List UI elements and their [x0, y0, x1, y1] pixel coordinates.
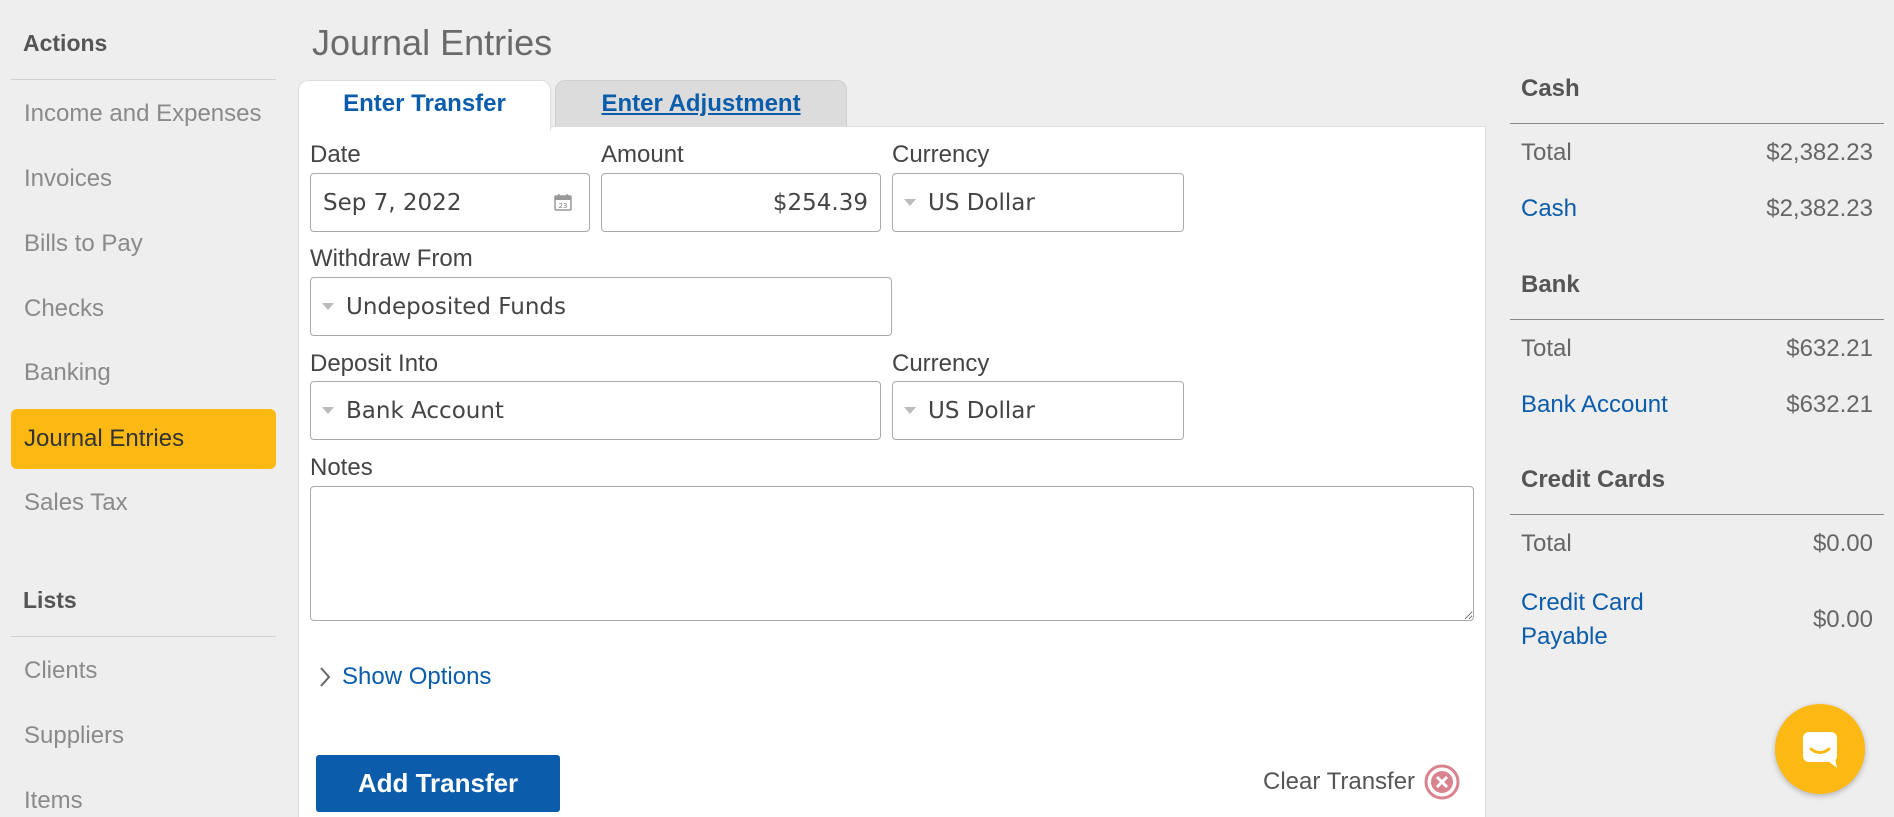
- calendar-icon[interactable]: 23: [553, 192, 573, 212]
- bank-account-value: $632.21: [1786, 391, 1873, 418]
- divider: [1510, 514, 1884, 515]
- sidebar-item-journal-entries[interactable]: Journal Entries: [11, 409, 276, 469]
- credit-card-payable-line2: Payable: [1521, 623, 1608, 650]
- sidebar-item-bills-to-pay[interactable]: Bills to Pay: [11, 214, 276, 274]
- add-transfer-button[interactable]: Add Transfer: [316, 755, 560, 812]
- bank-account-link[interactable]: Bank Account: [1521, 391, 1668, 419]
- withdraw-from-value: Undeposited Funds: [346, 293, 566, 320]
- divider: [1510, 123, 1884, 124]
- chat-button[interactable]: [1775, 704, 1865, 794]
- credit-cards-total-value: $0.00: [1812, 530, 1873, 557]
- notes-textarea[interactable]: [310, 486, 1474, 621]
- cash-account-link[interactable]: Cash: [1521, 195, 1577, 223]
- currency-select[interactable]: US Dollar: [892, 173, 1184, 232]
- deposit-currency-select[interactable]: US Dollar: [892, 381, 1184, 440]
- cash-total-row: Total $2,382.23: [1521, 139, 1873, 167]
- credit-card-payable-line1: Credit Card: [1521, 589, 1644, 616]
- sidebar-item-items[interactable]: Items: [11, 771, 276, 817]
- credit-cards-heading: Credit Cards: [1521, 466, 1666, 493]
- sidebar-item-income-and-expenses[interactable]: Income and Expenses: [11, 84, 276, 144]
- caret-down-icon: [322, 303, 334, 310]
- amount-input[interactable]: $254.39: [601, 173, 881, 232]
- sidebar-item-banking[interactable]: Banking: [11, 343, 276, 403]
- cash-account-row: Cash $2,382.23: [1521, 195, 1873, 223]
- credit-cards-total-label: Total: [1521, 530, 1572, 557]
- credit-cards-total-row: Total $0.00: [1521, 530, 1873, 558]
- close-circle-icon: [1424, 764, 1460, 800]
- deposit-into-value: Bank Account: [346, 397, 504, 424]
- currency-label: Currency: [892, 141, 990, 168]
- actions-heading: Actions: [23, 30, 108, 56]
- cash-heading: Cash: [1521, 75, 1580, 102]
- deposit-into-label: Deposit Into: [310, 350, 439, 377]
- bank-total-row: Total $632.21: [1521, 335, 1873, 363]
- show-options-label: Show Options: [342, 663, 492, 690]
- date-value: Sep 7, 2022: [323, 189, 462, 216]
- chat-icon: [1803, 732, 1837, 768]
- currency-value: US Dollar: [928, 189, 1035, 216]
- chevron-right-icon: [320, 667, 331, 687]
- deposit-into-select[interactable]: Bank Account: [310, 381, 881, 440]
- amount-label: Amount: [601, 141, 684, 168]
- show-options-toggle[interactable]: Show Options: [318, 663, 491, 691]
- tab-enter-transfer[interactable]: Enter Transfer: [298, 80, 551, 130]
- sidebar-item-invoices[interactable]: Invoices: [11, 149, 276, 209]
- caret-down-icon: [322, 407, 334, 414]
- credit-card-payable-link[interactable]: Credit Card Payable: [1521, 586, 1644, 654]
- page-title: Journal Entries: [312, 22, 553, 63]
- date-label: Date: [310, 141, 361, 168]
- sidebar-item-clients[interactable]: Clients: [11, 641, 276, 701]
- deposit-currency-value: US Dollar: [928, 397, 1035, 424]
- sidebar-item-sales-tax[interactable]: Sales Tax: [11, 473, 276, 533]
- credit-card-account-row: Credit Card Payable $0.00: [1521, 586, 1873, 654]
- bank-heading: Bank: [1521, 271, 1580, 298]
- notes-label: Notes: [310, 454, 373, 481]
- withdraw-from-select[interactable]: Undeposited Funds: [310, 277, 892, 336]
- tab-enter-adjustment[interactable]: Enter Adjustment: [555, 80, 847, 128]
- cash-account-value: $2,382.23: [1766, 195, 1873, 222]
- withdraw-from-label: Withdraw From: [310, 245, 473, 272]
- divider: [11, 79, 276, 80]
- credit-card-payable-value: $0.00: [1812, 606, 1873, 633]
- bank-total-value: $632.21: [1786, 335, 1873, 362]
- bank-total-label: Total: [1521, 335, 1572, 362]
- deposit-currency-label: Currency: [892, 350, 990, 377]
- sidebar: Actions Income and Expenses Invoices Bil…: [11, 0, 276, 817]
- cash-total-label: Total: [1521, 139, 1572, 166]
- clear-transfer-button[interactable]: Clear Transfer: [1263, 763, 1461, 801]
- sidebar-item-checks[interactable]: Checks: [11, 279, 276, 339]
- cash-total-value: $2,382.23: [1766, 139, 1873, 166]
- caret-down-icon: [904, 199, 916, 206]
- caret-down-icon: [904, 407, 916, 414]
- bank-account-row: Bank Account $632.21: [1521, 391, 1873, 419]
- amount-value: $254.39: [772, 189, 868, 216]
- divider: [1510, 319, 1884, 320]
- svg-text:23: 23: [559, 202, 568, 210]
- lists-heading: Lists: [23, 587, 77, 613]
- clear-transfer-label: Clear Transfer: [1263, 768, 1416, 795]
- sidebar-item-suppliers[interactable]: Suppliers: [11, 706, 276, 766]
- divider: [11, 636, 276, 637]
- date-field[interactable]: Sep 7, 2022 23: [310, 173, 590, 232]
